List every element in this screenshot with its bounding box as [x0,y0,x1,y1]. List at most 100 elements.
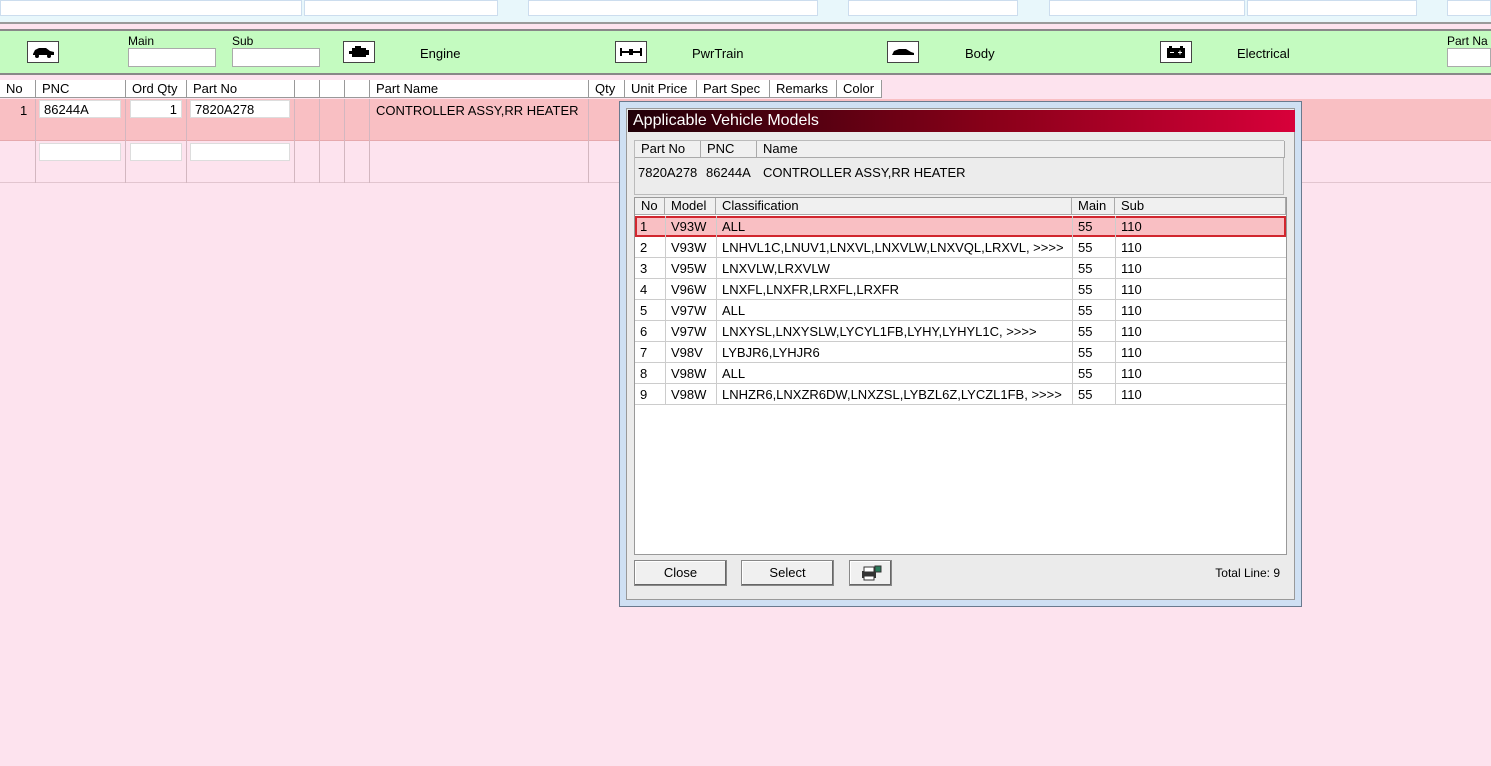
top-field-1[interactable] [0,0,302,16]
part-no-cell[interactable]: 7820A278 [190,100,290,118]
info-pnc: 86244A [706,165,751,180]
top-field-4[interactable] [848,0,1018,16]
sub-input[interactable] [232,48,320,67]
list-cell-classification: ALL [722,366,746,381]
list-header-sub[interactable]: Sub [1115,198,1286,215]
list-item[interactable]: 2 V93W LNHVL1C,LNUV1,LNXVL,LNXVLW,LNXVQL,L… [635,237,1286,258]
list-cell-sub: 110 [1121,366,1142,381]
car-button[interactable] [27,41,59,63]
list-divider [665,342,666,363]
grid-divider [35,99,36,183]
col-no[interactable]: No [0,80,36,98]
list-divider [1115,279,1116,300]
list-cell-no: 2 [640,240,648,255]
top-field-5[interactable] [1049,0,1245,16]
dialog-title[interactable]: Applicable Vehicle Models [628,110,1295,132]
close-button[interactable]: Close [634,560,727,586]
print-button[interactable] [849,560,892,586]
col-blank-2[interactable] [320,80,345,98]
list-cell-sub: 110 [1121,303,1142,318]
list-item[interactable]: 7 V98V LYBJR6,LYHJR6 55 110 [635,342,1286,363]
list-divider [1072,384,1073,405]
list-item[interactable]: 5 V97W ALL 55 110 [635,300,1286,321]
list-cell-classification: LNHZR6,LNXZR6DW,LNXZSL,LYBZL6Z,LYCZL1FB,… [722,387,1062,402]
electrical-label[interactable]: Electrical [1237,46,1290,61]
info-header-pnc: PNC [701,141,757,158]
list-item[interactable]: 9 V98W LNHZR6,LNXZR6DW,LNXZSL,LYBZL6Z,LYCZ… [635,384,1286,405]
list-item[interactable]: 1 V93W ALL 55 110 [635,216,1286,237]
list-divider [1115,321,1116,342]
ord-qty-cell-empty[interactable] [130,143,182,161]
part-no-cell-empty[interactable] [190,143,290,161]
top-field-7[interactable] [1447,0,1491,16]
engine-button[interactable] [343,41,375,63]
list-cell-no: 9 [640,387,648,402]
list-cell-no: 8 [640,366,648,381]
vehicle-models-list[interactable]: No Model Classification Main Sub 1 V93W AL… [634,197,1287,555]
info-header-name: Name [757,141,1285,158]
select-button[interactable]: Select [741,560,834,586]
electrical-button[interactable] [1160,41,1192,63]
ord-qty-cell[interactable]: 1 [130,100,182,118]
list-divider [716,363,717,384]
col-color[interactable]: Color [837,80,882,98]
list-header-main[interactable]: Main [1072,198,1115,215]
list-cell-no: 5 [640,303,648,318]
col-blank-3[interactable] [345,80,370,98]
list-item[interactable]: 4 V96W LNXFL,LNXFR,LRXFL,LRXFR 55 110 [635,279,1286,300]
list-cell-no: 6 [640,324,648,339]
list-divider [665,363,666,384]
list-divider [716,300,717,321]
list-divider [665,384,666,405]
list-divider [716,279,717,300]
col-blank-1[interactable] [295,80,320,98]
list-cell-model: V98V [671,345,703,360]
list-divider [716,258,717,279]
part-name-input[interactable] [1447,48,1491,67]
list-header-classification[interactable]: Classification [716,198,1072,215]
list-cell-main: 55 [1078,303,1093,318]
list-header-no[interactable]: No [635,198,665,215]
col-pnc[interactable]: PNC [36,80,126,98]
list-divider [716,237,717,258]
pwrtrain-label[interactable]: PwrTrain [692,46,744,61]
col-part-no[interactable]: Part No [187,80,295,98]
list-header-model[interactable]: Model [665,198,716,215]
info-part-no: 7820A278 [638,165,698,180]
list-divider [1072,216,1073,237]
main-input[interactable] [128,48,216,67]
list-cell-model: V97W [671,303,707,318]
list-item[interactable]: 8 V98W ALL 55 110 [635,363,1286,384]
list-cell-no: 7 [640,345,648,360]
list-item[interactable]: 3 V95W LNXVLW,LRXVLW 55 110 [635,258,1286,279]
list-cell-sub: 110 [1121,387,1142,402]
body-button[interactable] [887,41,919,63]
list-cell-main: 55 [1078,240,1093,255]
col-part-name[interactable]: Part Name [370,80,589,98]
col-remarks[interactable]: Remarks [770,80,837,98]
col-qty[interactable]: Qty [589,80,625,98]
list-cell-sub: 110 [1121,261,1142,276]
pnc-cell-empty[interactable] [39,143,121,161]
col-part-spec[interactable]: Part Spec [697,80,770,98]
list-item[interactable]: 6 V97W LNXYSL,LNXYSLW,LYCYL1FB,LYHY,LYHYL1… [635,321,1286,342]
powertrain-button[interactable] [615,41,647,63]
list-divider [665,279,666,300]
pnc-cell[interactable]: 86244A [39,100,121,118]
col-ord-qty[interactable]: Ord Qty [126,80,187,98]
list-divider [665,258,666,279]
list-cell-model: V93W [671,219,707,234]
list-divider [1115,216,1116,237]
engine-label[interactable]: Engine [420,46,460,61]
list-cell-no: 3 [640,261,648,276]
part-name-cell: CONTROLLER ASSY,RR HEATER [376,103,579,118]
col-unit-price[interactable]: Unit Price [625,80,697,98]
top-field-6[interactable] [1247,0,1417,16]
list-cell-sub: 110 [1121,345,1142,360]
list-cell-classification: ALL [722,219,746,234]
top-field-3[interactable] [528,0,818,16]
top-field-2[interactable] [304,0,498,16]
list-cell-classification: ALL [722,303,746,318]
row-no: 1 [20,103,28,118]
body-label[interactable]: Body [965,46,995,61]
